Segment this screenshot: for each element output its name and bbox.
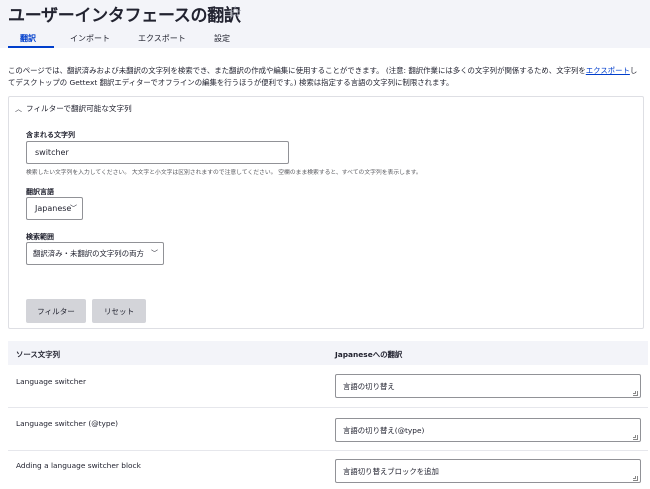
reset-button[interactable]: リセット [92,299,146,323]
contains-help: 検索したい文字列を入力してください。 大文字と小文字は区別されますので注意してく… [26,170,422,176]
active-tab-indicator [8,46,54,48]
filter-panel: ︿ フィルターで翻訳可能な文字列 含まれる文字列 switcher 検索したい文字… [8,96,644,329]
chevron-down-icon: ﹀ [70,204,77,212]
translation-textarea[interactable]: 言語の切り替え [335,374,641,398]
page-description: このページでは、翻訳済みおよび未翻訳の文字列を検索でき、また翻訳の作成や編集に使… [8,65,642,89]
tab-translate[interactable]: 翻訳 [20,33,36,44]
source-string: Language switcher (@type) [16,419,119,428]
export-link[interactable]: エクスポート [586,66,630,75]
translation-value: 言語の切り替え [343,381,395,391]
column-translation: Japaneseへの翻訳 [335,350,403,359]
resize-handle-icon[interactable] [633,391,638,396]
description-text-1: このページでは、翻訳済みおよび未翻訳の文字列を検索でき、また翻訳の作成や編集に使… [8,66,586,75]
chevron-down-icon: ﹀ [151,249,158,257]
source-string: Adding a language switcher block [16,461,141,470]
language-select-value: Japanese [35,204,72,213]
resize-handle-icon[interactable] [633,435,638,440]
tab-settings[interactable]: 設定 [214,33,230,44]
scope-label: 検索範囲 [26,233,54,241]
filter-toggle[interactable]: ︿ フィルターで翻訳可能な文字列 [15,103,132,114]
filter-heading: フィルターで翻訳可能な文字列 [26,104,132,113]
star-outline-icon[interactable]: ☆ [228,2,242,21]
tab-import[interactable]: インポート [70,33,110,44]
table-row: Language switcher 言語の切り替え [8,365,648,408]
language-label: 翻訳言語 [26,188,54,196]
table-row: Adding a language switcher block 言語切り替えブ… [8,451,648,489]
contains-input[interactable]: switcher [26,141,289,164]
resize-handle-icon[interactable] [633,476,638,481]
page-header: ユーザーインタフェースの翻訳 ☆ 翻訳 インポート エクスポート 設定 [0,0,650,48]
table-row: Language switcher (@type) 言語の切り替え(@type) [8,408,648,451]
translation-textarea[interactable]: 言語切り替えブロックを追加 [335,459,641,483]
source-string: Language switcher [16,377,87,386]
translation-value: 言語の切り替え(@type) [343,425,425,435]
translation-value: 言語切り替えブロックを追加 [343,466,439,476]
filter-button[interactable]: フィルター [26,299,86,323]
page-title: ユーザーインタフェースの翻訳 [8,6,241,26]
scope-select[interactable]: 翻訳済み・未翻訳の文字列の両方 ﹀ [26,242,164,265]
column-source: ソース文字列 [16,350,60,359]
table-header: ソース文字列 Japaneseへの翻訳 [8,341,648,365]
language-select[interactable]: Japanese ﹀ [26,197,83,220]
tabs: 翻訳 インポート エクスポート 設定 [0,28,650,48]
tab-export[interactable]: エクスポート [138,33,186,44]
chevron-up-icon: ︿ [15,105,22,113]
translation-textarea[interactable]: 言語の切り替え(@type) [335,418,641,442]
scope-select-value: 翻訳済み・未翻訳の文字列の両方 [33,249,144,258]
contains-label: 含まれる文字列 [26,131,75,139]
